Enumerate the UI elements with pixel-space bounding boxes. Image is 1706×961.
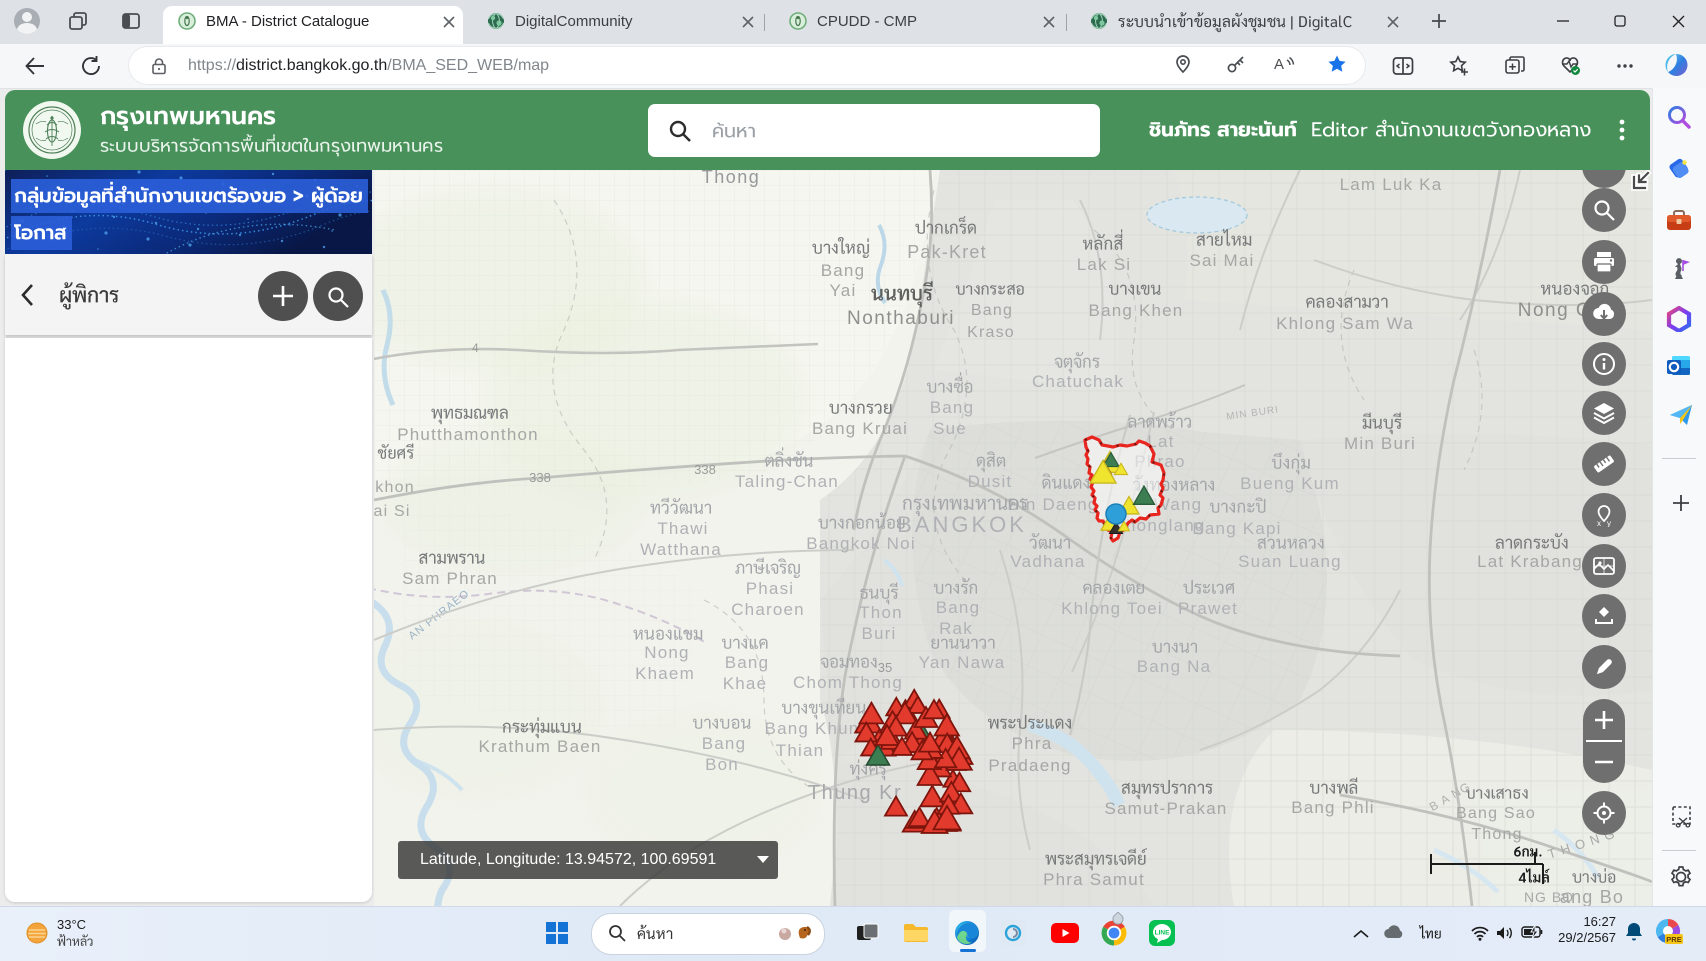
svg-text:Nong: Nong: [644, 643, 689, 662]
svg-text:Watthana: Watthana: [640, 540, 722, 559]
svg-text:Bueng Kum: Bueng Kum: [1240, 474, 1340, 493]
svg-text:338: 338: [529, 470, 551, 485]
svg-text:Lat Krabang: Lat Krabang: [1477, 552, 1583, 571]
svg-text:Bangkok Noi: Bangkok Noi: [806, 534, 916, 553]
svg-text:Chatuchak: Chatuchak: [1032, 372, 1124, 391]
svg-text:Yai: Yai: [830, 281, 857, 300]
svg-text:Phra: Phra: [1012, 734, 1053, 753]
svg-text:Bang: Bang: [971, 302, 1013, 319]
svg-text:Khlong Sam Wa: Khlong Sam Wa: [1276, 314, 1414, 333]
svg-text:Bang Kruai: Bang Kruai: [812, 419, 908, 438]
svg-text:Sue: Sue: [933, 419, 967, 438]
svg-text:Khlong Toei: Khlong Toei: [1061, 599, 1163, 618]
svg-text:Thian: Thian: [776, 741, 825, 760]
svg-text:akhon: akhon: [374, 479, 415, 496]
svg-text:Buri: Buri: [861, 624, 896, 643]
svg-text:Bang: Bang: [821, 261, 866, 280]
svg-text:BANGKOK: BANGKOK: [897, 512, 1027, 537]
svg-text:Phutthamonthon: Phutthamonthon: [397, 425, 539, 444]
svg-text:Bang Khen: Bang Khen: [1089, 301, 1184, 320]
svg-text:Bang Khun: Bang Khun: [765, 719, 860, 738]
svg-text:Phasi: Phasi: [746, 579, 795, 598]
svg-text:Thon: Thon: [859, 603, 903, 622]
svg-text:Yan Nawa: Yan Nawa: [919, 653, 1006, 672]
svg-text:Rak: Rak: [939, 619, 973, 638]
svg-text:Bang: Bang: [930, 398, 975, 417]
svg-text:y: y: [1607, 519, 1611, 527]
svg-text:ang Bo: ang Bo: [1560, 887, 1624, 906]
svg-text:Lak Si: Lak Si: [1077, 255, 1131, 274]
svg-text:Taling-Chan: Taling-Chan: [735, 472, 839, 491]
svg-text:Bang Sao: Bang Sao: [1456, 805, 1536, 822]
svg-text:35: 35: [878, 660, 892, 675]
svg-text:Phra Samut: Phra Samut: [1043, 870, 1145, 889]
svg-text:Krathum Baen: Krathum Baen: [478, 737, 601, 756]
svg-text:Bang Na: Bang Na: [1137, 657, 1212, 676]
svg-text:Samut-Prakan: Samut-Prakan: [1104, 799, 1227, 818]
svg-text:Nonthaburi: Nonthaburi: [847, 308, 955, 329]
svg-text:hai Si: hai Si: [374, 503, 411, 520]
svg-text:Bang: Bang: [936, 598, 981, 617]
svg-text:Lam Luk Ka: Lam Luk Ka: [1340, 175, 1443, 194]
svg-text:Bang Kapi: Bang Kapi: [1192, 519, 1281, 538]
svg-text:Kraso: Kraso: [967, 324, 1015, 341]
svg-text:Thong: Thong: [1471, 826, 1522, 843]
svg-text:Sam Phran: Sam Phran: [402, 569, 498, 588]
svg-text:Khaem: Khaem: [635, 664, 695, 683]
svg-text:Thong: Thong: [702, 170, 761, 187]
svg-text:Bang: Bang: [725, 653, 770, 672]
svg-text:Pradaeng: Pradaeng: [988, 756, 1071, 775]
svg-text:A: A: [1274, 56, 1284, 73]
svg-text:Charoen: Charoen: [731, 600, 805, 619]
svg-text:4: 4: [472, 341, 479, 355]
svg-text:Thung Kr: Thung Kr: [808, 782, 902, 804]
svg-text:LINE: LINE: [1155, 930, 1170, 937]
svg-text:x: x: [1597, 519, 1601, 527]
svg-text:338: 338: [694, 462, 716, 477]
svg-text:Thawi: Thawi: [657, 519, 708, 538]
svg-text:Bon: Bon: [705, 755, 739, 774]
svg-text:Vadhana: Vadhana: [1010, 552, 1085, 571]
svg-text:Dusit: Dusit: [968, 472, 1013, 491]
svg-text:Prawet: Prawet: [1178, 599, 1238, 618]
svg-text:Suan Luang: Suan Luang: [1238, 552, 1342, 571]
svg-text:PRE: PRE: [1666, 935, 1681, 944]
svg-text:Pak-Kret: Pak-Kret: [907, 242, 987, 262]
svg-text:Chom Thong: Chom Thong: [793, 673, 903, 692]
svg-text:Min Buri: Min Buri: [1344, 434, 1416, 453]
svg-text:Bang: Bang: [702, 734, 747, 753]
svg-text:Khae: Khae: [723, 674, 768, 693]
svg-text:Bang Phli: Bang Phli: [1291, 798, 1375, 817]
svg-text:Sai Mai: Sai Mai: [1189, 251, 1254, 270]
